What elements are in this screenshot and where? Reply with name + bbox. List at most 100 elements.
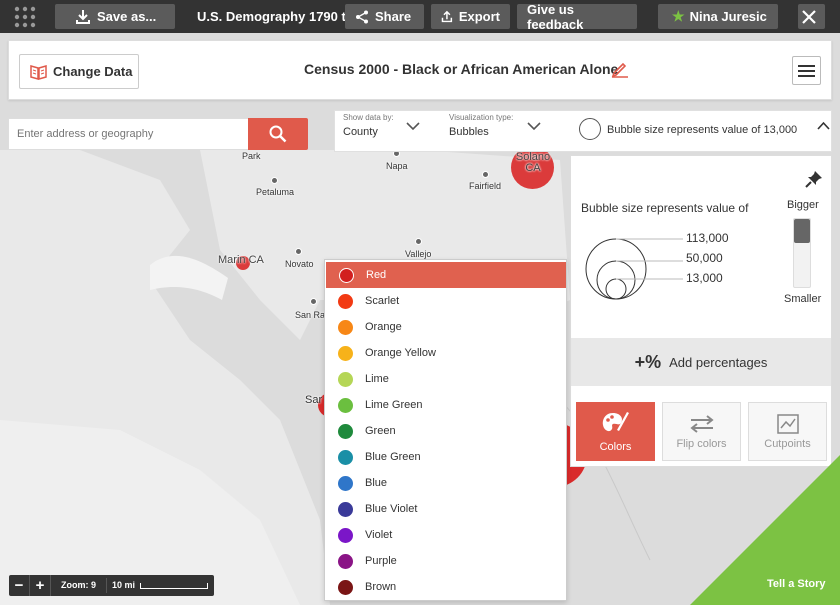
cutpoints-button[interactable]: Cutpoints xyxy=(748,402,827,461)
save-as-button[interactable]: Save as... xyxy=(55,4,175,29)
star-icon: ★ xyxy=(672,8,685,24)
chevron-down-icon xyxy=(527,122,541,131)
add-percentages-button[interactable]: +% Add percentages xyxy=(571,338,831,386)
color-option-blue-violet[interactable]: Blue Violet xyxy=(325,496,566,522)
show-data-by-value: County xyxy=(343,126,378,138)
color-option-label: Red xyxy=(366,269,387,281)
color-swatch-icon xyxy=(338,294,353,309)
color-option-label: Blue Violet xyxy=(365,503,418,515)
color-swatch-icon xyxy=(338,502,353,517)
search-button[interactable] xyxy=(248,118,308,150)
color-swatch-icon xyxy=(338,346,353,361)
pin-icon[interactable] xyxy=(805,170,823,191)
display-options: Show data by: County Visualization type:… xyxy=(334,110,832,152)
city-dot xyxy=(271,177,278,184)
book-icon xyxy=(30,64,47,80)
color-option-label: Purple xyxy=(365,555,397,567)
map-header: Change Data Census 2000 - Black or Afric… xyxy=(8,40,832,100)
bubble-size-circle-icon[interactable] xyxy=(579,118,601,140)
county-label-marin: Marin CA xyxy=(218,254,264,266)
tell-a-story-label[interactable]: Tell a Story xyxy=(767,578,825,590)
color-option-label: Blue Green xyxy=(365,451,421,463)
close-button[interactable] xyxy=(798,4,825,29)
close-icon xyxy=(801,9,816,24)
map-title: Census 2000 - Black or African American … xyxy=(304,61,619,77)
legend-value-small: 13,000 xyxy=(686,271,723,285)
chevron-up-icon[interactable] xyxy=(817,121,830,130)
color-swatch-icon xyxy=(338,554,353,569)
feedback-label: Give us feedback xyxy=(527,1,584,32)
export-icon xyxy=(441,10,453,22)
city-label: San Raf xyxy=(295,298,328,320)
share-button[interactable]: Share xyxy=(345,4,424,29)
city-dot xyxy=(415,238,422,245)
hamburger-menu-button[interactable] xyxy=(792,56,821,85)
color-swatch-icon xyxy=(338,476,353,491)
color-option-lime[interactable]: Lime xyxy=(325,366,566,392)
color-option-label: Green xyxy=(365,425,396,437)
scale-bar xyxy=(140,583,208,589)
colors-button[interactable]: Colors xyxy=(576,402,655,461)
city-dot xyxy=(295,248,302,255)
color-option-label: Orange xyxy=(365,321,402,333)
color-option-blue[interactable]: Blue xyxy=(325,470,566,496)
search-input[interactable] xyxy=(8,118,249,150)
flip-colors-button[interactable]: Flip colors xyxy=(662,402,741,461)
viz-type-value: Bubbles xyxy=(449,126,489,138)
color-option-label: Brown xyxy=(365,581,397,593)
color-option-violet[interactable]: Violet xyxy=(325,522,566,548)
zoom-in-button[interactable]: + xyxy=(30,575,51,596)
bubble-size-slider[interactable] xyxy=(793,218,811,288)
color-option-label: Scarlet xyxy=(365,295,400,307)
viz-type-label: Visualization type: xyxy=(449,113,514,122)
bubble-size-summary: Bubble size represents value of 13,000 xyxy=(607,124,798,136)
color-option-green[interactable]: Green xyxy=(325,418,566,444)
slider-handle[interactable] xyxy=(794,219,810,243)
colors-label: Colors xyxy=(599,440,632,453)
color-option-red[interactable]: Red xyxy=(326,262,566,288)
feedback-button[interactable]: Give us feedback xyxy=(517,1,637,32)
color-option-label: Blue xyxy=(365,477,388,489)
smaller-label: Smaller xyxy=(784,293,822,305)
city-label: Napa xyxy=(386,150,408,171)
city-label: Park xyxy=(242,151,261,161)
legend-value-large: 113,000 xyxy=(686,231,729,245)
show-data-by-label: Show data by: xyxy=(343,113,394,122)
cutpoints-label: Cutpoints xyxy=(764,437,811,450)
bubble-size-heading: Bubble size represents value of xyxy=(581,201,749,215)
viz-type-select[interactable]: Visualization type: Bubbles xyxy=(449,111,559,151)
edit-pencil-icon[interactable] xyxy=(611,60,629,81)
chevron-down-icon xyxy=(406,122,420,131)
swap-arrows-icon xyxy=(689,414,714,433)
user-button[interactable]: ★ Nina Juresic xyxy=(658,4,778,29)
color-swatch-icon xyxy=(338,320,353,335)
save-as-label: Save as... xyxy=(97,9,157,24)
color-option-blue-green[interactable]: Blue Green xyxy=(325,444,566,470)
top-toolbar: Save as... U.S. Demography 1790 to Share… xyxy=(0,0,840,33)
color-option-purple[interactable]: Purple xyxy=(325,548,566,574)
color-option-orange[interactable]: Orange xyxy=(325,314,566,340)
color-option-label: Lime Green xyxy=(365,399,423,411)
share-label: Share xyxy=(375,9,412,24)
flip-colors-label: Flip colors xyxy=(676,437,727,450)
color-option-scarlet[interactable]: Scarlet xyxy=(325,288,566,314)
bubble-size-legend xyxy=(585,238,683,300)
color-swatch-icon xyxy=(338,398,353,413)
city-label: Fairfield xyxy=(469,171,501,191)
legend-panel: Bubble size represents value of Bigger S… xyxy=(570,155,832,467)
zoom-out-button[interactable]: − xyxy=(9,575,30,596)
apps-grid-icon[interactable] xyxy=(14,6,36,31)
scale-label: 10 mi xyxy=(112,580,136,590)
color-option-lime-green[interactable]: Lime Green xyxy=(325,392,566,418)
add-percentages-label: Add percentages xyxy=(669,354,768,370)
change-data-button[interactable]: Change Data xyxy=(19,54,139,89)
color-option-brown[interactable]: Brown xyxy=(325,574,566,600)
color-option-orange-yellow[interactable]: Orange Yellow xyxy=(325,340,566,366)
project-title: U.S. Demography 1790 to xyxy=(197,9,354,24)
color-dropdown-menu: Red Scarlet Orange Orange Yellow Lime Lime Gr… xyxy=(324,259,567,601)
show-data-by-select[interactable]: Show data by: County xyxy=(343,111,433,151)
hamburger-line xyxy=(798,69,815,72)
zoom-divider xyxy=(106,578,107,593)
export-button[interactable]: Export xyxy=(431,4,510,29)
city-label: Vallejo xyxy=(405,238,431,259)
